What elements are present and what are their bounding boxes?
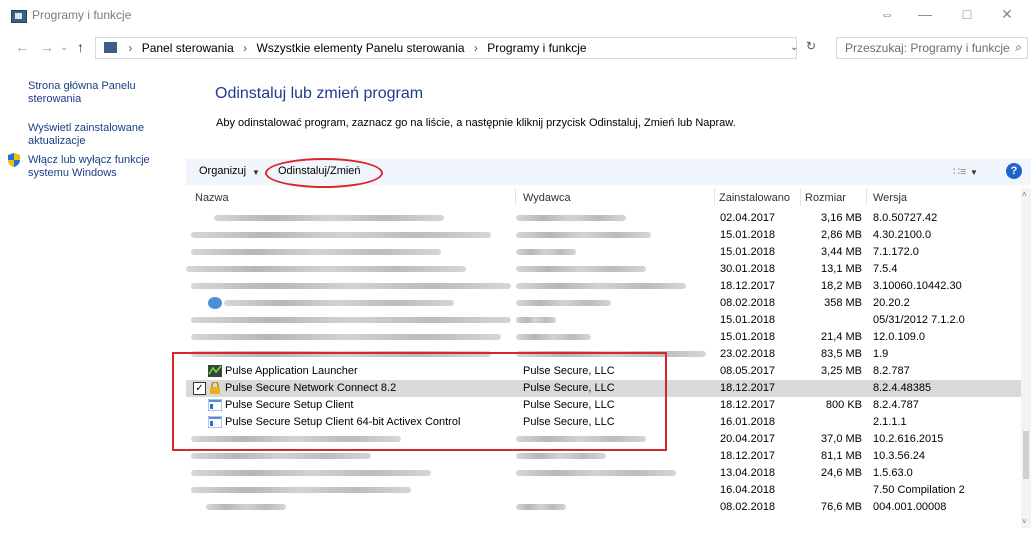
organize-dropdown-icon[interactable]: ▼ xyxy=(252,168,260,177)
redacted-name xyxy=(191,453,371,459)
column-header-installed[interactable]: Zainstalowano xyxy=(719,192,790,204)
redacted-name xyxy=(214,215,444,221)
redacted-name xyxy=(191,283,511,289)
organize-button[interactable]: Organizuj xyxy=(199,165,246,177)
column-header-row: Nazwa Wydawca Zainstalowano Rozmiar Wers… xyxy=(186,188,1021,206)
title-bar: Programy i funkcje ⇔ — □ ✕ xyxy=(0,0,1031,30)
redacted-publisher xyxy=(516,317,556,323)
table-row[interactable]: 30.01.2018 13,1 MB 7.5.4 xyxy=(186,261,1021,278)
column-divider[interactable] xyxy=(866,188,867,206)
redacted-publisher xyxy=(516,334,591,340)
redacted-publisher xyxy=(516,215,626,221)
table-row[interactable]: 16.04.2018 7.50 Compilation 2 xyxy=(186,482,1021,499)
recent-locations-button[interactable]: ⌄ xyxy=(60,42,68,53)
view-options-icon[interactable]: ∷≡ xyxy=(953,165,966,178)
redacted-name xyxy=(191,317,511,323)
crumb-programs[interactable]: Programy i funkcje xyxy=(487,41,586,55)
column-header-name[interactable]: Nazwa xyxy=(195,192,229,204)
search-icon[interactable]: ⌕ xyxy=(1015,40,1022,55)
column-divider[interactable] xyxy=(714,188,715,206)
close-button[interactable]: ✕ xyxy=(990,4,1024,24)
address-dropdown-icon[interactable]: ⌄ xyxy=(790,42,798,53)
sidebar-link-updates[interactable]: Wyświetl zainstalowane aktualizacje xyxy=(28,122,158,148)
redacted-publisher xyxy=(516,300,611,306)
refresh-icon[interactable]: ↻ xyxy=(806,39,816,53)
redacted-publisher xyxy=(516,470,676,476)
redacted-name xyxy=(186,266,466,272)
table-row[interactable]: 08.02.2018 76,6 MB 004.001.00008 xyxy=(186,499,1021,516)
help-icon[interactable]: ? xyxy=(1006,163,1022,179)
redacted-name xyxy=(206,504,286,510)
redacted-publisher xyxy=(516,232,651,238)
app-icon xyxy=(208,297,222,309)
table-row[interactable]: 08.02.2018 358 MB 20.20.2 xyxy=(186,295,1021,312)
redacted-publisher xyxy=(516,453,606,459)
annotation-ellipse xyxy=(265,158,383,188)
up-button[interactable]: ↑ xyxy=(77,39,84,55)
column-header-version[interactable]: Wersja xyxy=(873,192,907,204)
crumb-control-panel[interactable]: Panel sterowania xyxy=(142,41,234,55)
crumb-all-items[interactable]: Wszystkie elementy Panelu sterowania xyxy=(256,41,464,55)
sidebar-link-windows-features[interactable]: Włącz lub wyłącz funkcje systemu Windows xyxy=(28,154,158,180)
redacted-name xyxy=(224,300,454,306)
address-bar: ← → ⌄ ↑ › Panel sterowania › Wszystkie e… xyxy=(0,34,1031,60)
table-row[interactable]: 13.04.2018 24,6 MB 1.5.63.0 xyxy=(186,465,1021,482)
table-row[interactable]: 15.01.2018 05/31/2012 7.1.2.0 xyxy=(186,312,1021,329)
column-divider[interactable] xyxy=(515,188,516,206)
annotation-rectangle xyxy=(172,352,667,451)
column-divider[interactable] xyxy=(800,188,801,206)
sidebar-link-home[interactable]: Strona główna Panelu sterowania xyxy=(28,80,158,106)
table-row[interactable]: 18.12.2017 18,2 MB 3.10060.10442.30 xyxy=(186,278,1021,295)
table-row[interactable]: 02.04.2017 3,16 MB 8.0.50727.42 xyxy=(186,210,1021,227)
scroll-up-icon[interactable]: ˄ xyxy=(1022,190,1027,199)
redacted-name xyxy=(191,487,411,493)
redacted-publisher xyxy=(516,504,566,510)
redacted-publisher xyxy=(516,249,576,255)
column-header-size[interactable]: Rozmiar xyxy=(805,192,846,204)
column-header-publisher[interactable]: Wydawca xyxy=(523,192,571,204)
scroll-thumb[interactable] xyxy=(1023,431,1029,479)
table-row[interactable]: 15.01.2018 21,4 MB 12.0.109.0 xyxy=(186,329,1021,346)
table-row[interactable]: 15.01.2018 2,86 MB 4.30.2100.0 xyxy=(186,227,1021,244)
breadcrumb[interactable]: › Panel sterowania › Wszystkie elementy … xyxy=(95,37,797,59)
redacted-name xyxy=(191,470,431,476)
window-title: Programy i funkcje xyxy=(32,8,132,22)
shield-icon xyxy=(8,153,20,167)
back-button[interactable]: ← xyxy=(15,39,29,55)
table-row[interactable]: 15.01.2018 3,44 MB 7.1.172.0 xyxy=(186,244,1021,261)
redacted-name xyxy=(191,334,501,340)
scroll-down-icon[interactable]: ˅ xyxy=(1022,517,1027,526)
redacted-name xyxy=(191,249,441,255)
redacted-name xyxy=(191,232,491,238)
page-title: Odinstaluj lub zmień program xyxy=(215,85,424,102)
search-input[interactable]: Przeszukaj: Programy i funkcje ⌕ xyxy=(836,37,1028,59)
control-panel-icon xyxy=(104,42,117,53)
view-dropdown-icon[interactable]: ▼ xyxy=(970,168,978,177)
forward-button[interactable]: → xyxy=(40,39,54,55)
page-description: Aby odinstalować program, zaznacz go na … xyxy=(216,117,736,129)
vertical-scrollbar[interactable]: ˄ ˅ xyxy=(1021,188,1031,528)
redacted-publisher xyxy=(516,266,646,272)
minimize-button[interactable]: — xyxy=(908,4,942,24)
redacted-publisher xyxy=(516,283,686,289)
restore-layout-icon[interactable]: ⇔ xyxy=(870,4,904,24)
maximize-button[interactable]: □ xyxy=(950,4,984,24)
control-panel-icon xyxy=(11,10,27,23)
search-placeholder: Przeszukaj: Programy i funkcje xyxy=(845,41,1010,55)
